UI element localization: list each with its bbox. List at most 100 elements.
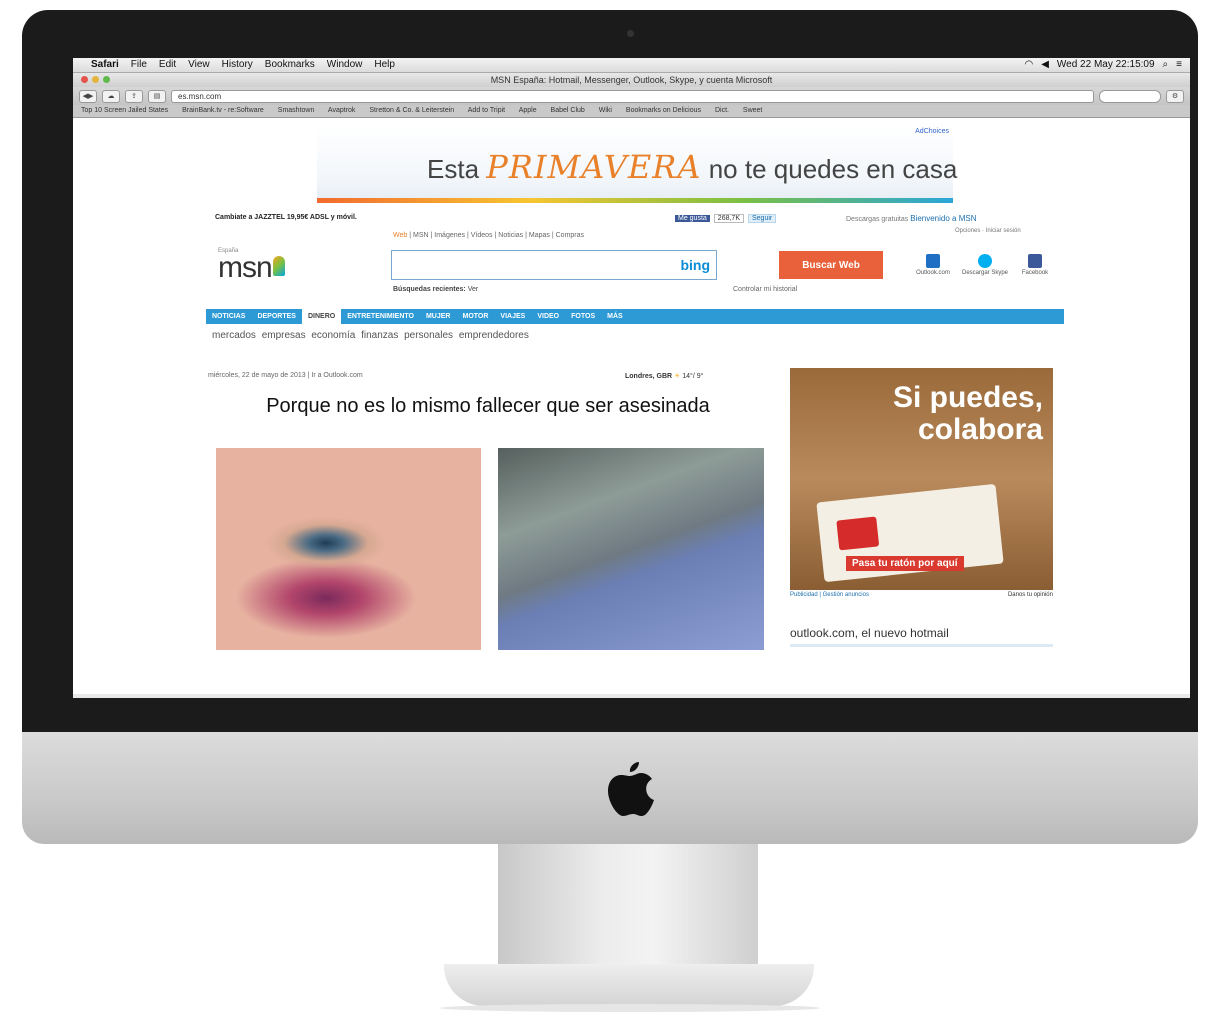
recent-label: Búsquedas recientes: [393, 286, 466, 293]
skype-icon [978, 254, 992, 268]
bookmark-item[interactable]: BrainBank.tv - re:Software [182, 107, 264, 114]
skype-service[interactable]: Descargar Skype [957, 254, 1013, 276]
link-mapas[interactable]: Mapas [529, 232, 550, 239]
apple-logo-icon [608, 762, 654, 816]
subnav-finanzas[interactable]: finanzas personales [361, 330, 453, 341]
side-ad[interactable]: Si puedes, colabora Pasa tu ratón por aq… [790, 368, 1053, 590]
stand-neck [498, 844, 758, 964]
link-videos[interactable]: Vídeos [471, 232, 493, 239]
weather-temp: 14°/ 9° [682, 373, 704, 380]
downloads-link[interactable]: Descargas gratuitas [846, 216, 908, 223]
tab-mas[interactable]: MÁS [601, 309, 629, 324]
adchoices-label[interactable]: AdChoices [915, 128, 949, 135]
minimize-icon[interactable] [92, 76, 99, 83]
car-door-photo[interactable] [498, 448, 764, 650]
ad-stripe [317, 198, 953, 203]
tab-dinero[interactable]: DINERO [301, 309, 342, 324]
cloud-tabs-icon[interactable]: ☁ [102, 89, 120, 103]
tab-noticias[interactable]: NOTICIAS [206, 309, 251, 324]
link-web[interactable]: Web [393, 232, 407, 239]
tab-deportes[interactable]: DEPORTES [251, 309, 302, 324]
bookmark-item[interactable]: Avaptrok [328, 107, 356, 114]
tab-entretenimiento[interactable]: ENTRETENIMIENTO [341, 309, 420, 324]
signin-options-link[interactable]: Opciones · Iniciar sesión [955, 228, 1021, 234]
link-msn[interactable]: MSN [413, 232, 429, 239]
wifi-icon[interactable]: ◠ [1024, 58, 1033, 72]
msn-logo[interactable]: España msn [218, 248, 285, 283]
tab-fotos[interactable]: FOTOS [565, 309, 601, 324]
menu-bookmarks[interactable]: Bookmarks [265, 58, 315, 72]
link-imagenes[interactable]: Imágenes [434, 232, 465, 239]
menubar-clock[interactable]: Wed 22 May 22:15:09 [1057, 58, 1155, 72]
bookmark-item[interactable]: Top 10 Screen Jailed States [81, 107, 168, 114]
ad-feedback-link[interactable]: Danos tu opinión [1008, 592, 1053, 598]
spotlight-icon[interactable]: ⌕ [1163, 58, 1169, 72]
facebook-like-button[interactable]: Me gusta [675, 215, 710, 222]
bookmark-item[interactable]: Sweet [743, 107, 762, 114]
twitter-follow-button[interactable]: Seguir [747, 214, 777, 223]
facebook-service[interactable]: Facebook [1007, 254, 1063, 276]
subnav-economia[interactable]: economía [311, 330, 355, 341]
bruised-eye-photo[interactable] [216, 448, 481, 650]
side-ad-footer: Publicidad | Gestión anuncios Danos tu o… [790, 592, 1053, 598]
menu-view[interactable]: View [188, 58, 210, 72]
subnav-mercados[interactable]: mercados [212, 330, 256, 341]
top-ad-highlight: PRIMAVERA [486, 148, 702, 186]
tab-viajes[interactable]: VIAJES [494, 309, 531, 324]
tab-motor[interactable]: MOTOR [456, 309, 494, 324]
tab-mujer[interactable]: MUJER [420, 309, 457, 324]
bookmark-item[interactable]: Bookmarks on Delicious [626, 107, 701, 114]
subnav-emprendedores[interactable]: emprendedores [459, 330, 529, 341]
side-ad-title: Si puedes, colabora [892, 381, 1043, 446]
bookmark-item[interactable]: Babel Club [551, 107, 585, 114]
top-ad-banner[interactable]: AdChoices Esta PRIMAVERA no te quedes en… [317, 126, 957, 203]
window-titlebar: MSN España: Hotmail, Messenger, Outlook,… [73, 73, 1190, 87]
link-compras[interactable]: Compras [556, 232, 584, 239]
jazztel-promo-link[interactable]: Cambiate a JAZZTEL 19,95€ ADSL y móvil. [215, 214, 357, 221]
browser-search-field[interactable] [1099, 89, 1161, 103]
menu-help[interactable]: Help [374, 58, 395, 72]
menu-window[interactable]: Window [327, 58, 363, 72]
back-button[interactable]: ◀▶ [79, 89, 97, 103]
reader-icon[interactable]: ▤ [148, 89, 166, 103]
window-controls [81, 76, 110, 83]
history-link[interactable]: Controlar mi historial [733, 286, 797, 293]
imac-scene: Safari File Edit View History Bookmarks … [0, 0, 1220, 1013]
zoom-icon[interactable] [103, 76, 110, 83]
recent-view-link[interactable]: Ver [468, 286, 479, 293]
menu-edit[interactable]: Edit [159, 58, 176, 72]
outlook-service[interactable]: Outlook.com [905, 254, 961, 276]
mac-menubar: Safari File Edit View History Bookmarks … [73, 58, 1190, 73]
web-page: AdChoices Esta PRIMAVERA no te quedes en… [73, 118, 1190, 698]
subnav-empresas[interactable]: empresas [262, 330, 306, 341]
welcome-bar: Descargas gratuitas Bienvenido a MSN [846, 214, 976, 223]
volume-icon[interactable]: ◀ [1041, 58, 1049, 72]
settings-icon[interactable]: ⚙ [1166, 89, 1184, 103]
close-icon[interactable] [81, 76, 88, 83]
window-title: MSN España: Hotmail, Messenger, Outlook,… [490, 75, 773, 85]
side-ad-cta[interactable]: Pasa tu ratón por aquí [846, 556, 964, 571]
address-bar[interactable]: es.msn.com [171, 89, 1094, 103]
ad-manage-link[interactable]: Publicidad | Gestión anuncios [790, 592, 869, 598]
bookmark-item[interactable]: Smashtown [278, 107, 315, 114]
list-icon[interactable]: ≡ [1176, 58, 1182, 72]
bookmark-item[interactable]: Apple [519, 107, 537, 114]
link-noticias[interactable]: Noticias [498, 232, 523, 239]
search-web-button[interactable]: Buscar Web [779, 251, 883, 279]
bookmark-item[interactable]: Stretton & Co. & Leiterstein [369, 107, 454, 114]
outlook-promo[interactable]: outlook.com, el nuevo hotmail [790, 626, 949, 640]
weather-widget[interactable]: Londres, GBR ☀ 14°/ 9° [625, 372, 703, 380]
search-input[interactable]: bing [391, 250, 717, 280]
msn-butterfly-icon [272, 256, 285, 276]
bookmark-item[interactable]: Wiki [599, 107, 612, 114]
recent-searches: Búsquedas recientes: Ver [393, 286, 478, 293]
share-icon[interactable]: ⇪ [125, 89, 143, 103]
menu-file[interactable]: File [131, 58, 147, 72]
bookmark-item[interactable]: Dict. [715, 107, 729, 114]
menu-app[interactable]: Safari [91, 58, 119, 72]
bookmark-item[interactable]: Add to Tripit [468, 107, 505, 114]
menu-history[interactable]: History [222, 58, 253, 72]
red-cross-icon [836, 516, 880, 551]
article-headline[interactable]: Porque no es lo mismo fallecer que ser a… [253, 396, 723, 416]
tab-video[interactable]: VIDEO [531, 309, 565, 324]
